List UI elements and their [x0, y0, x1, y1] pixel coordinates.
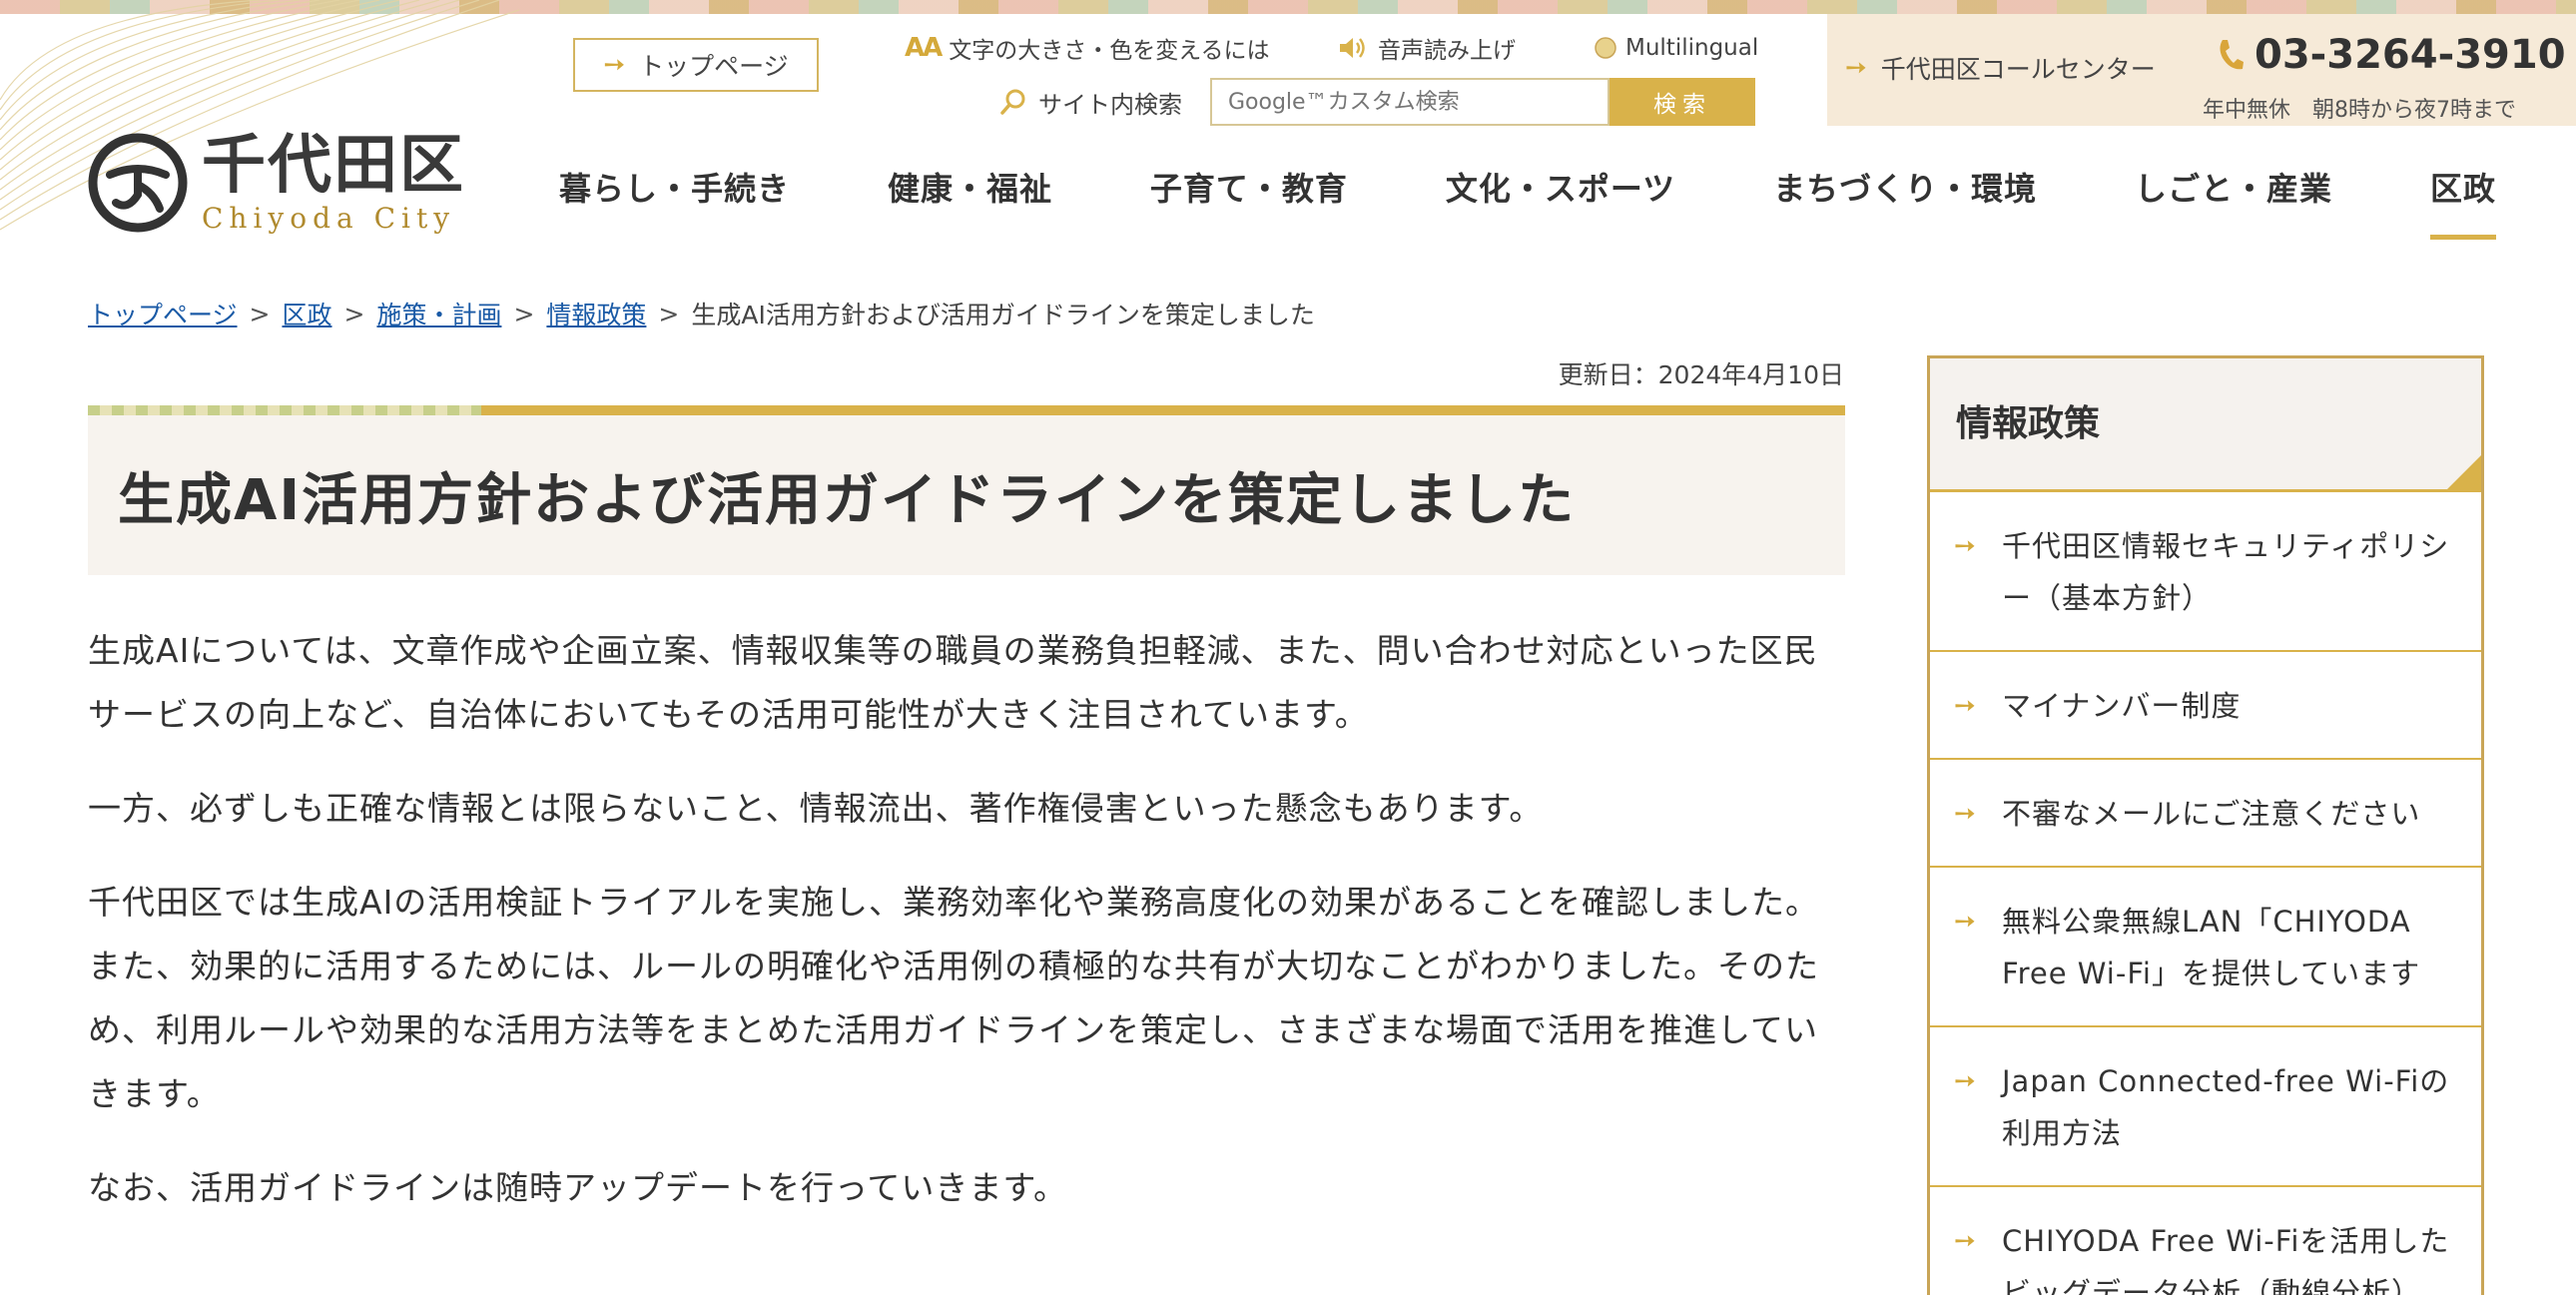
globe-icon: [1595, 37, 1616, 59]
breadcrumb-link-top[interactable]: トップページ: [88, 296, 238, 331]
paragraph: 生成AIについては、文章作成や企画立案、情報収集等の職員の業務負担軽減、また、問…: [88, 631, 1818, 734]
breadcrumb-current: 生成AI活用方針および活用ガイドラインを策定しました: [691, 301, 1315, 329]
nav-item-administration[interactable]: 区政: [2429, 160, 2497, 240]
sidebar-item-my-number[interactable]: ➙ マイナンバー制度: [1930, 652, 2481, 760]
header-decoration-band: [0, 0, 2576, 14]
article-body: 生成AIについては、文章作成や企画立案、情報収集等の職員の業務負担軽減、また、問…: [88, 619, 1825, 1250]
nav-item-health[interactable]: 健康・福祉: [888, 160, 1052, 240]
sidebar-corner-accent: [2447, 455, 2481, 489]
updated-date: 更新日：2024年4月10日: [1558, 360, 1844, 389]
nav-item-culture[interactable]: 文化・スポーツ: [1446, 160, 1675, 240]
breadcrumb-separator: >: [658, 299, 680, 328]
arrow-right-icon: ➙: [1845, 53, 1867, 83]
sidebar-item-label: 千代田区情報セキュリティポリシー（基本方針）: [2002, 529, 2450, 615]
voice-readout-label: 音声読み上げ: [1378, 38, 1516, 64]
sidebar-item-security-policy[interactable]: ➙ 千代田区情報セキュリティポリシー（基本方針）: [1930, 492, 2481, 652]
sidebar-item-label: マイナンバー制度: [2002, 689, 2242, 723]
nav-item-town-planning[interactable]: まちづくり・環境: [1773, 160, 2037, 240]
nav-item-childcare[interactable]: 子育て・教育: [1150, 160, 1348, 240]
sidebar-item-label: Japan Connected-free Wi-Fiの利用方法: [2002, 1064, 2450, 1150]
site-logo[interactable]: 千代田区 Chiyoda City: [88, 128, 487, 238]
sidebar-header: 情報政策: [1930, 358, 2481, 492]
top-page-label: トップページ: [639, 52, 789, 81]
sidebar-item-big-data[interactable]: ➙ CHIYODA Free Wi-Fiを活用したビッグデータ分析（動線分析）: [1930, 1187, 2481, 1295]
sidebar-item-label: CHIYODA Free Wi-Fiを活用したビッグデータ分析（動線分析）: [2002, 1224, 2450, 1295]
arrow-right-icon: ➙: [603, 50, 626, 80]
main-navigation: 暮らし・手続き 健康・福祉 子育て・教育 文化・スポーツ まちづくり・環境 しご…: [559, 160, 2497, 240]
top-page-button[interactable]: ➙ トップページ: [573, 38, 819, 92]
font-color-link[interactable]: AA 文字の大きさ・色を変えるには: [905, 30, 1270, 66]
sidebar-item-suspicious-mail[interactable]: ➙ 不審なメールにご注意ください: [1930, 760, 2481, 868]
arrow-right-icon: ➙: [1954, 799, 1977, 829]
sidebar-title: 情報政策: [1956, 403, 2101, 444]
paragraph: 一方、必ずしも正確な情報とは限らないこと、情報流出、著作権侵害といった懸念もあり…: [88, 789, 1544, 828]
breadcrumb-link-administration[interactable]: 区政: [282, 296, 331, 331]
call-center-phone[interactable]: 03-3264-3910: [2217, 32, 2566, 78]
call-center-name: 千代田区コールセンター: [1880, 55, 2156, 84]
nav-item-work[interactable]: しごと・産業: [2135, 160, 2332, 240]
phone-icon: [2220, 40, 2244, 70]
paragraph: 千代田区では生成AIの活用検証トライアルを実施し、業務効率化や業務高度化の効果が…: [88, 883, 1819, 1113]
search-input[interactable]: [1210, 78, 1610, 126]
call-center-hours: 年中無休 朝8時から夜7時まで: [2203, 98, 2516, 123]
site-search-label: サイト内検索: [998, 80, 1182, 124]
breadcrumb-link-policies[interactable]: 施策・計画: [376, 296, 501, 331]
multilingual-link[interactable]: Multilingual: [1594, 30, 1758, 66]
nav-item-living[interactable]: 暮らし・手続き: [559, 160, 790, 240]
multilingual-label: Multilingual: [1625, 35, 1759, 61]
arrow-right-icon: ➙: [1954, 907, 1977, 937]
paragraph: なお、活用ガイドラインは随時アップデートを行っていきます。: [88, 1168, 1068, 1207]
search-button[interactable]: 検索: [1610, 78, 1755, 126]
font-size-icon: AA: [905, 33, 943, 63]
sidebar-item-label: 不審なメールにご注意ください: [2002, 797, 2421, 831]
sidebar-item-free-wifi[interactable]: ➙ 無料公衆無線LAN「CHIYODA Free Wi-Fi」を提供しています: [1930, 868, 2481, 1027]
search-icon: [1000, 89, 1025, 115]
call-center-box: ➙ 千代田区コールセンター 03-3264-3910 年中無休 朝8時から夜7時…: [1827, 14, 2576, 126]
chiyoda-emblem-icon: [88, 133, 188, 233]
voice-readout-link[interactable]: 音声読み上げ: [1338, 30, 1516, 66]
breadcrumb-separator: >: [343, 299, 365, 328]
breadcrumb-separator: >: [249, 299, 271, 328]
logo-text-japanese: 千代田区: [202, 129, 465, 203]
page-title: 生成AI活用方針および活用ガイドラインを策定しました: [118, 468, 1577, 533]
speaker-icon: [1340, 38, 1365, 58]
breadcrumb: トップページ > 区政 > 施策・計画 > 情報政策 > 生成AI活用方針および…: [88, 296, 1315, 331]
sidebar-item-label: 無料公衆無線LAN「CHIYODA Free Wi-Fi」を提供しています: [2002, 905, 2421, 990]
sidebar-item-japan-connected-wifi[interactable]: ➙ Japan Connected-free Wi-Fiの利用方法: [1930, 1027, 2481, 1187]
breadcrumb-separator: >: [513, 299, 535, 328]
arrow-right-icon: ➙: [1954, 531, 1977, 561]
page-title-box: 生成AI活用方針および活用ガイドラインを策定しました: [88, 405, 1845, 575]
arrow-right-icon: ➙: [1954, 691, 1977, 721]
font-color-label: 文字の大きさ・色を変えるには: [949, 38, 1270, 64]
arrow-right-icon: ➙: [1954, 1066, 1977, 1096]
logo-text-english: Chiyoda City: [202, 202, 456, 235]
sidebar-menu: 情報政策 ➙ 千代田区情報セキュリティポリシー（基本方針） ➙ マイナンバー制度…: [1927, 355, 2484, 1295]
breadcrumb-link-info-policy[interactable]: 情報政策: [546, 296, 646, 331]
call-center-link[interactable]: ➙ 千代田区コールセンター: [1845, 50, 2156, 86]
title-stripe-pattern: [88, 405, 481, 415]
arrow-right-icon: ➙: [1954, 1226, 1977, 1256]
